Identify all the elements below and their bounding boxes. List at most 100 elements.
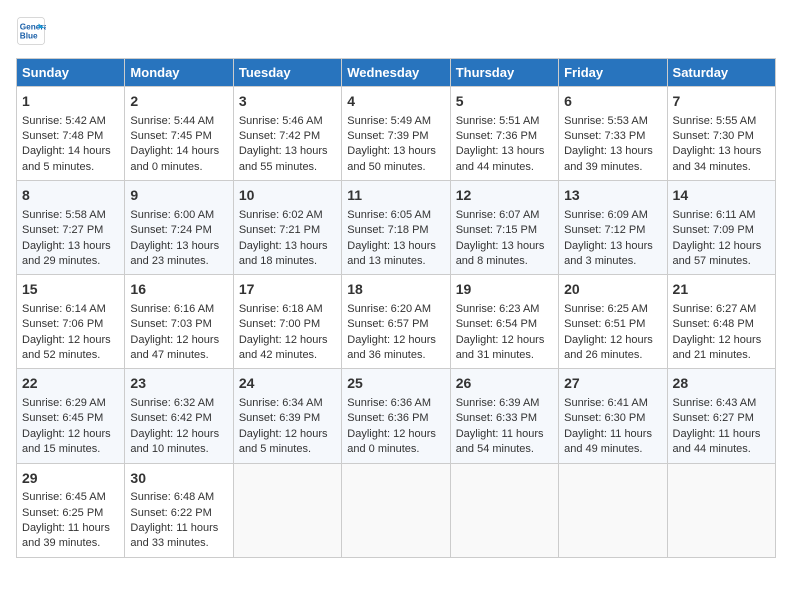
day-info: Sunrise: 6:45 AM [22,490,119,505]
calendar-week-5: 29Sunrise: 6:45 AMSunset: 6:25 PMDayligh… [17,463,776,557]
day-number: 27 [564,374,661,394]
day-number: 11 [347,186,444,206]
calendar-week-4: 22Sunrise: 6:29 AMSunset: 6:45 PMDayligh… [17,369,776,463]
day-info: and 0 minutes. [130,160,227,175]
calendar-cell: 18Sunrise: 6:20 AMSunset: 6:57 PMDayligh… [342,275,450,369]
calendar-cell [450,463,558,557]
day-info: Sunrise: 6:39 AM [456,396,553,411]
calendar-cell: 5Sunrise: 5:51 AMSunset: 7:36 PMDaylight… [450,87,558,181]
calendar-table: SundayMondayTuesdayWednesdayThursdayFrid… [16,58,776,558]
day-info: and 47 minutes. [130,348,227,363]
calendar-cell: 23Sunrise: 6:32 AMSunset: 6:42 PMDayligh… [125,369,233,463]
day-info: Daylight: 12 hours [22,427,119,442]
day-info: Sunrise: 5:49 AM [347,114,444,129]
calendar-cell: 1Sunrise: 5:42 AMSunset: 7:48 PMDaylight… [17,87,125,181]
day-number: 2 [130,92,227,112]
calendar-cell: 30Sunrise: 6:48 AMSunset: 6:22 PMDayligh… [125,463,233,557]
day-info: Sunset: 7:03 PM [130,317,227,332]
day-info: Sunrise: 6:32 AM [130,396,227,411]
day-info: Daylight: 14 hours [22,144,119,159]
calendar-cell: 4Sunrise: 5:49 AMSunset: 7:39 PMDaylight… [342,87,450,181]
day-info: Sunrise: 6:27 AM [673,302,770,317]
day-info: Daylight: 12 hours [456,333,553,348]
calendar-cell [667,463,775,557]
day-info: and 36 minutes. [347,348,444,363]
day-info: Sunrise: 5:42 AM [22,114,119,129]
day-info: Sunrise: 5:58 AM [22,208,119,223]
day-number: 20 [564,280,661,300]
day-info: Sunrise: 6:07 AM [456,208,553,223]
calendar-cell: 24Sunrise: 6:34 AMSunset: 6:39 PMDayligh… [233,369,341,463]
day-info: Sunrise: 6:25 AM [564,302,661,317]
day-info: Daylight: 12 hours [22,333,119,348]
day-info: Daylight: 12 hours [347,333,444,348]
calendar-cell: 19Sunrise: 6:23 AMSunset: 6:54 PMDayligh… [450,275,558,369]
calendar-cell: 13Sunrise: 6:09 AMSunset: 7:12 PMDayligh… [559,181,667,275]
day-info: Daylight: 13 hours [239,239,336,254]
day-info: and 0 minutes. [347,442,444,457]
day-info: and 13 minutes. [347,254,444,269]
day-info: Daylight: 13 hours [239,144,336,159]
day-info: Sunset: 7:18 PM [347,223,444,238]
calendar-cell [559,463,667,557]
day-info: Sunrise: 6:18 AM [239,302,336,317]
calendar-cell: 17Sunrise: 6:18 AMSunset: 7:00 PMDayligh… [233,275,341,369]
day-info: and 26 minutes. [564,348,661,363]
day-info: Sunrise: 5:46 AM [239,114,336,129]
calendar-cell: 8Sunrise: 5:58 AMSunset: 7:27 PMDaylight… [17,181,125,275]
calendar-cell: 9Sunrise: 6:00 AMSunset: 7:24 PMDaylight… [125,181,233,275]
calendar-cell: 12Sunrise: 6:07 AMSunset: 7:15 PMDayligh… [450,181,558,275]
day-info: Sunset: 7:21 PM [239,223,336,238]
day-info: and 57 minutes. [673,254,770,269]
day-number: 6 [564,92,661,112]
day-number: 22 [22,374,119,394]
day-info: Sunset: 6:27 PM [673,411,770,426]
calendar-cell: 7Sunrise: 5:55 AMSunset: 7:30 PMDaylight… [667,87,775,181]
day-header-tuesday: Tuesday [233,59,341,87]
day-info: Sunrise: 6:29 AM [22,396,119,411]
day-info: Sunset: 7:30 PM [673,129,770,144]
day-info: Sunrise: 6:36 AM [347,396,444,411]
calendar-cell: 25Sunrise: 6:36 AMSunset: 6:36 PMDayligh… [342,369,450,463]
day-number: 19 [456,280,553,300]
day-info: Daylight: 12 hours [564,333,661,348]
day-info: Sunset: 7:12 PM [564,223,661,238]
calendar-week-2: 8Sunrise: 5:58 AMSunset: 7:27 PMDaylight… [17,181,776,275]
calendar-cell: 22Sunrise: 6:29 AMSunset: 6:45 PMDayligh… [17,369,125,463]
day-info: Sunset: 7:36 PM [456,129,553,144]
day-header-friday: Friday [559,59,667,87]
day-info: Sunset: 7:00 PM [239,317,336,332]
day-info: Sunrise: 6:11 AM [673,208,770,223]
day-number: 28 [673,374,770,394]
day-info: Sunset: 6:42 PM [130,411,227,426]
day-info: Sunset: 7:24 PM [130,223,227,238]
day-number: 23 [130,374,227,394]
day-info: Sunset: 7:48 PM [22,129,119,144]
day-info: Daylight: 11 hours [130,521,227,536]
day-number: 8 [22,186,119,206]
day-info: Sunset: 6:33 PM [456,411,553,426]
day-info: and 23 minutes. [130,254,227,269]
day-number: 30 [130,469,227,489]
day-number: 15 [22,280,119,300]
day-info: and 50 minutes. [347,160,444,175]
day-info: Sunset: 7:42 PM [239,129,336,144]
day-number: 26 [456,374,553,394]
day-info: and 44 minutes. [456,160,553,175]
day-info: Daylight: 12 hours [239,333,336,348]
day-info: Sunrise: 6:16 AM [130,302,227,317]
day-info: Daylight: 12 hours [673,333,770,348]
day-info: Daylight: 13 hours [22,239,119,254]
day-info: and 44 minutes. [673,442,770,457]
day-number: 5 [456,92,553,112]
day-info: Daylight: 13 hours [347,239,444,254]
day-info: Sunrise: 6:20 AM [347,302,444,317]
svg-text:Blue: Blue [20,32,38,41]
calendar-cell: 28Sunrise: 6:43 AMSunset: 6:27 PMDayligh… [667,369,775,463]
day-info: and 5 minutes. [22,160,119,175]
day-info: and 52 minutes. [22,348,119,363]
day-number: 18 [347,280,444,300]
calendar-cell: 10Sunrise: 6:02 AMSunset: 7:21 PMDayligh… [233,181,341,275]
calendar-cell: 11Sunrise: 6:05 AMSunset: 7:18 PMDayligh… [342,181,450,275]
day-info: and 10 minutes. [130,442,227,457]
